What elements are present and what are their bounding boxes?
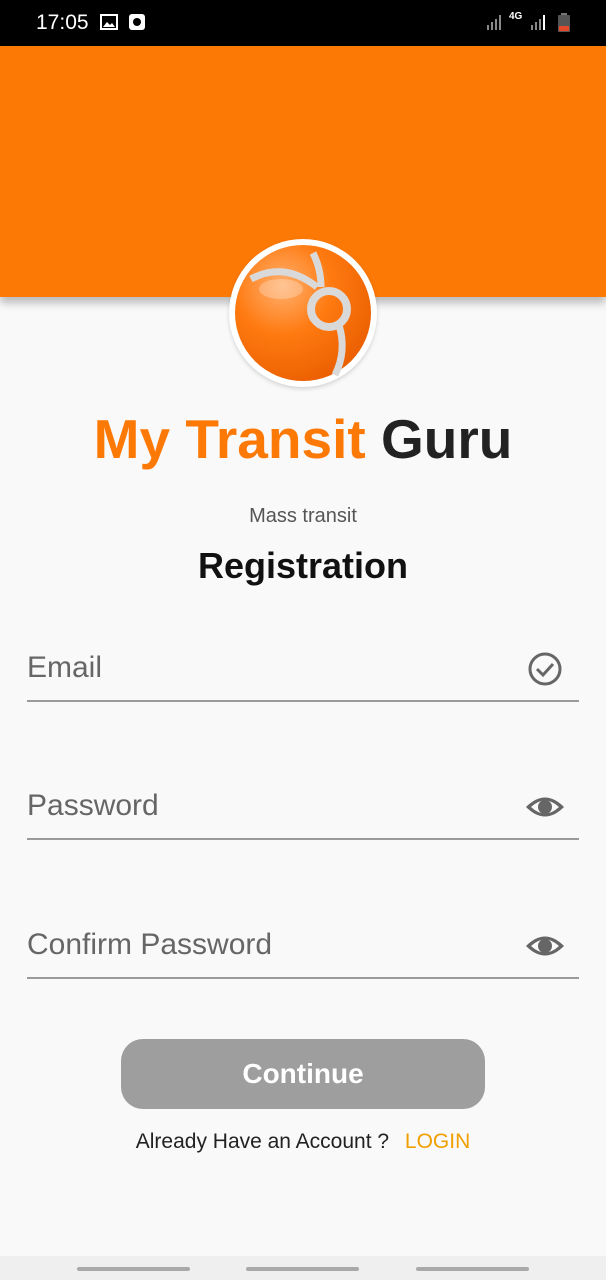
battery-icon [558,13,570,32]
email-field[interactable] [27,640,507,696]
confirm-password-field[interactable] [27,917,507,973]
system-nav-bar [0,1256,606,1280]
page-heading: Registration [197,545,409,586]
nav-back-button[interactable] [416,1267,529,1271]
image-icon [100,14,118,30]
status-time: 17:05 [36,11,89,34]
media-icon [129,14,145,30]
already-account-text: Already Have an Account ? [135,1130,390,1153]
app-title-part2: Guru [380,408,513,470]
eye-icon[interactable] [525,929,565,963]
password-field[interactable] [27,778,507,834]
password-field-container [27,778,579,840]
signal-icon [531,15,545,30]
login-prompt: Already Have an Account ? LOGIN [0,1130,606,1154]
signal-icon [487,15,501,30]
app-logo [229,239,377,387]
transit-globe-icon [235,245,371,381]
status-bar: 17:05 4G [0,0,606,46]
login-link[interactable]: LOGIN [405,1130,470,1153]
confirm-password-field-container [27,917,579,979]
email-field-container [27,640,579,702]
app-title-part1: My Transit [93,408,366,470]
nav-home-button[interactable] [246,1267,359,1271]
network-4g-icon: 4G [509,11,523,22]
continue-button[interactable]: Continue [121,1039,485,1109]
app-subtitle: Mass transit [249,505,357,527]
check-circle-icon [528,652,562,686]
app-title: My Transit Guru [0,404,606,474]
eye-icon[interactable] [525,790,565,824]
nav-recent-button[interactable] [77,1267,190,1271]
